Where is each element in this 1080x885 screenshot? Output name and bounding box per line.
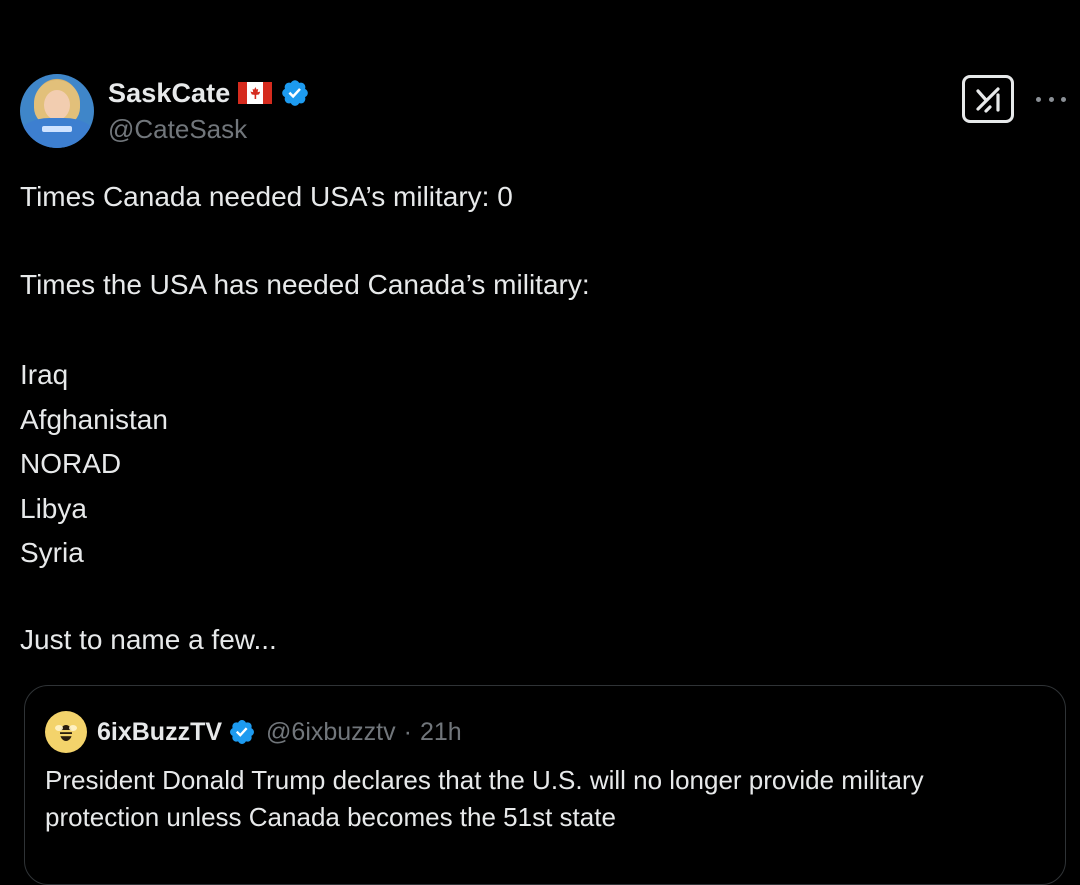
quoted-tweet-card[interactable]: 6ixBuzzTV @6ixbuzztv · 21h President Don… [24, 685, 1066, 885]
maple-leaf-icon [250, 87, 261, 99]
verified-badge-icon[interactable] [280, 78, 310, 108]
quoted-display-name[interactable]: 6ixBuzzTV [97, 718, 222, 747]
list-item: Afghanistan [20, 403, 168, 435]
author-display-name[interactable]: SaskCate [108, 78, 230, 109]
author-name-row[interactable]: SaskCate [108, 76, 310, 110]
verified-badge-icon[interactable] [228, 718, 256, 746]
author-avatar[interactable] [20, 74, 94, 148]
quoted-separator: · [403, 717, 412, 746]
quoted-header: 6ixBuzzTV @6ixbuzztv · 21h [97, 714, 462, 750]
grok-glyph-icon [976, 87, 1000, 113]
tweet[interactable]: SaskCate @CateSask Times Canada needed U… [0, 0, 1080, 885]
quoted-timestamp[interactable]: 21h [420, 718, 462, 747]
grok-icon[interactable] [962, 75, 1014, 123]
tweet-list: Iraq Afghanistan NORAD Libya Syria [20, 353, 168, 576]
quoted-tweet-text: President Donald Trump declares that the… [45, 765, 924, 832]
list-item: Syria [20, 537, 84, 568]
tweet-closing-line: Just to name a few... [20, 624, 277, 655]
list-item: Libya [20, 492, 87, 524]
dot-icon [1061, 96, 1066, 102]
author-handle[interactable]: @CateSask [108, 114, 247, 145]
quoted-handle[interactable]: @6ixbuzztv [266, 718, 396, 747]
canada-flag-icon [238, 82, 273, 104]
tweet-line-1: Times Canada needed USA’s military: 0 [20, 181, 513, 212]
more-dots-icon[interactable] [1036, 92, 1066, 106]
tweet-line-2: Times the USA has needed Canada’s milita… [20, 269, 590, 300]
avatar-shirt-logo [42, 126, 72, 132]
avatar-face [44, 90, 70, 120]
dot-icon [1036, 96, 1041, 102]
list-item: Iraq [20, 359, 69, 390]
list-item: NORAD [20, 448, 122, 479]
avatar-shirt [20, 118, 94, 148]
dot-icon [1048, 96, 1054, 102]
bee-logo-icon [55, 725, 77, 741]
quoted-author-avatar[interactable] [45, 711, 87, 753]
